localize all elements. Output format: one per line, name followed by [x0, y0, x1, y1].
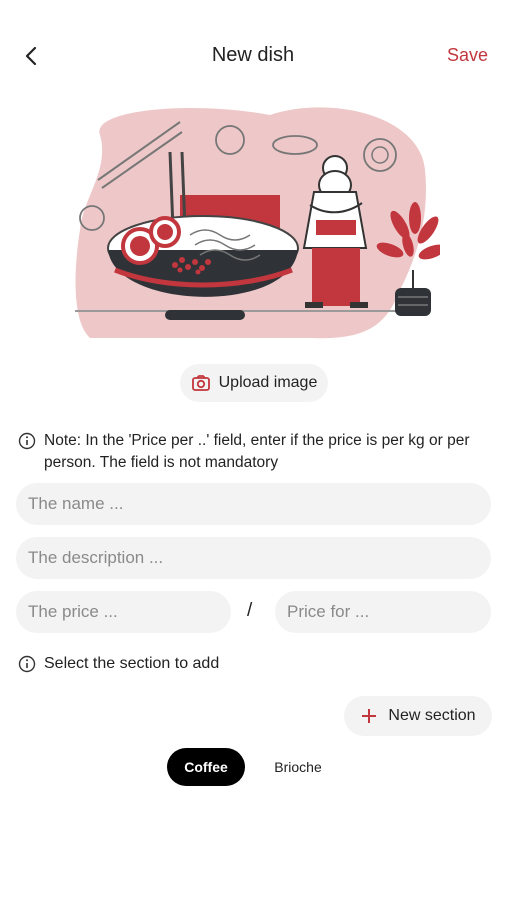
- price-separator: /: [247, 600, 253, 621]
- info-icon: [18, 432, 36, 450]
- section-chip-coffee[interactable]: Coffee: [167, 748, 245, 786]
- price-note: Note: In the 'Price per ..' field, enter…: [18, 430, 488, 474]
- plus-icon: [362, 709, 377, 723]
- new-section-label: New section: [388, 707, 476, 724]
- header-bar: New dish Save: [0, 30, 506, 82]
- new-section-button[interactable]: New section: [344, 696, 492, 736]
- page-title: New dish: [211, 44, 295, 66]
- section-chip-brioche[interactable]: Brioche: [262, 748, 334, 786]
- upload-image-label: Upload image: [218, 374, 318, 391]
- price-note-text: Note: In the 'Price per ..' field, enter…: [44, 432, 470, 471]
- camera-icon: [191, 375, 210, 391]
- dish-description-input[interactable]: [16, 537, 491, 579]
- price-for-input[interactable]: [275, 591, 491, 633]
- select-section-note: Select the section to add: [18, 655, 219, 673]
- select-section-text: Select the section to add: [44, 655, 220, 672]
- section-chips: Coffee Brioche: [0, 748, 506, 786]
- dish-name-input[interactable]: [16, 483, 491, 525]
- info-icon: [18, 655, 36, 673]
- upload-image-button[interactable]: Upload image: [180, 364, 328, 402]
- save-button[interactable]: Save: [447, 45, 488, 66]
- chef-ramen-illustration: [75, 107, 440, 339]
- dish-price-input[interactable]: [16, 591, 231, 633]
